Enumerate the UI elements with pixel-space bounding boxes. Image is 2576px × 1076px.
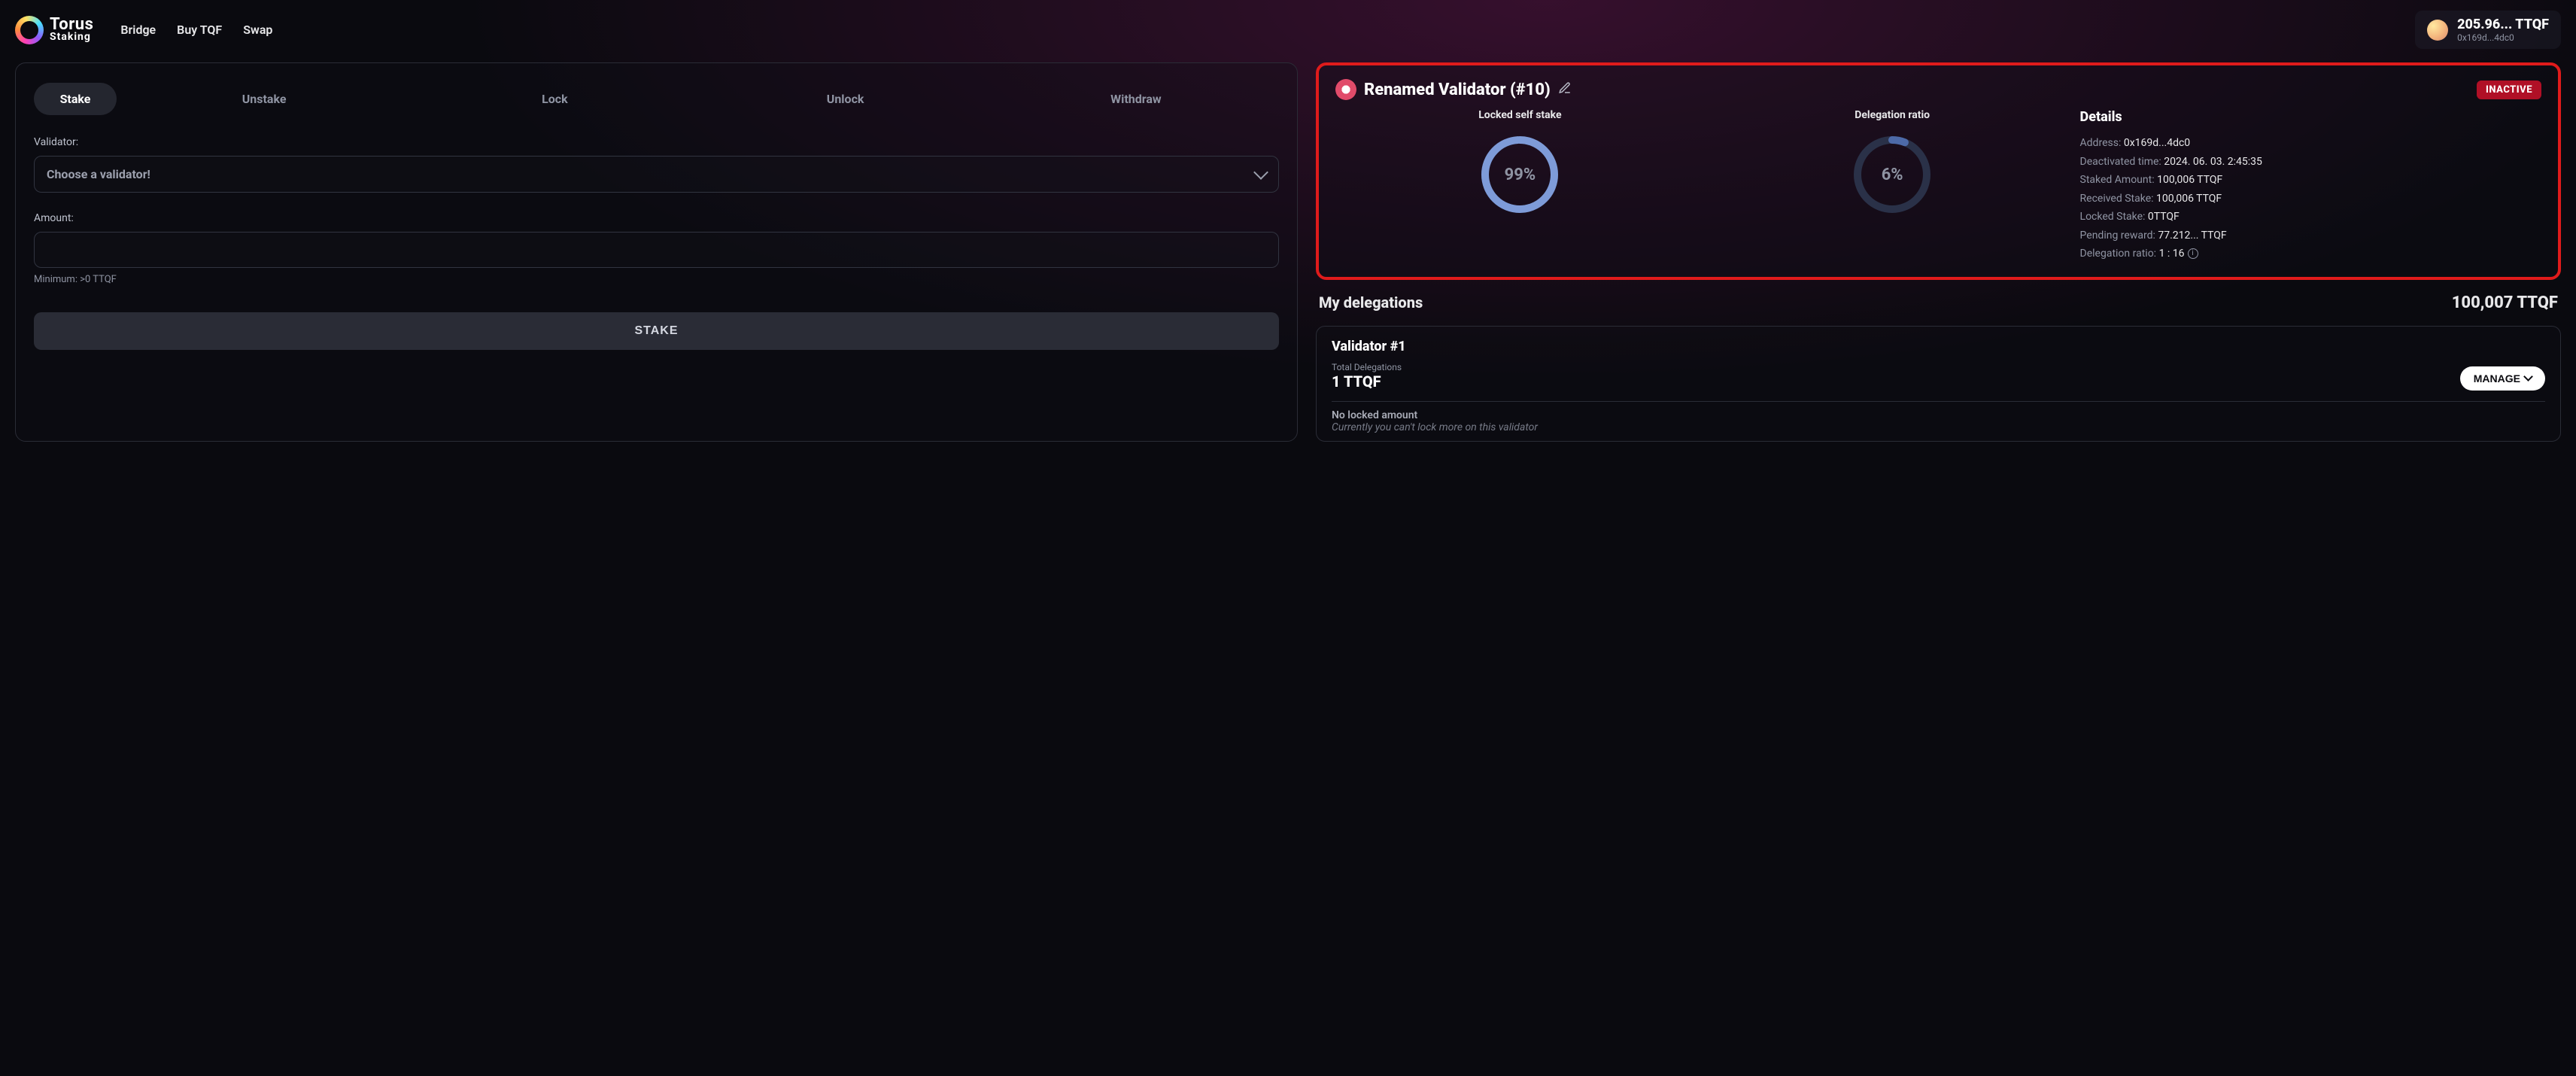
detail-ratio: 1 : 16 <box>2159 248 2185 260</box>
brand-line2: Staking <box>50 32 93 42</box>
delegation-total-label: Total Delegations <box>1332 362 1402 372</box>
gauge-ratio-value: 6% <box>1851 133 1934 216</box>
gauge-locked-self-stake: Locked self stake 99% <box>1335 109 1705 216</box>
tab-stake[interactable]: Stake <box>34 83 117 115</box>
detail-address: 0x169d...4dc0 <box>2124 137 2190 149</box>
delegation-validator-name: Validator #1 <box>1332 339 2545 354</box>
account-balance: 205.96... TTQF <box>2457 17 2549 32</box>
tab-unlock[interactable]: Unlock <box>703 83 989 115</box>
logo-icon <box>15 16 44 44</box>
edit-icon[interactable] <box>1558 81 1572 98</box>
no-lock-title: No locked amount <box>1332 409 2545 421</box>
detail-locked: 0TTQF <box>2148 211 2180 223</box>
validator-field-label: Validator: <box>34 136 1279 148</box>
validator-select[interactable]: Choose a validator! <box>34 156 1279 193</box>
delegations-header: My delegations 100,007 TTQF <box>1316 293 2561 312</box>
nav-bridge[interactable]: Bridge <box>120 23 156 37</box>
details-heading: Details <box>2080 109 2541 125</box>
delegation-card: Validator #1 Total Delegations 1 TTQF MA… <box>1316 326 2561 442</box>
top-nav: Bridge Buy TQF Swap <box>120 23 272 37</box>
delegations-title: My delegations <box>1319 293 1423 312</box>
validator-panel: Renamed Validator (#10) INACTIVE Locked … <box>1316 62 2561 280</box>
gauge-locked-value: 99% <box>1478 133 1561 216</box>
nav-swap[interactable]: Swap <box>243 23 272 37</box>
validator-details: Details Address: 0x169d...4dc0 Deactivat… <box>2080 109 2541 263</box>
delegations-total: 100,007 TTQF <box>2452 293 2558 312</box>
brand-logo[interactable]: Torus Staking <box>15 16 93 44</box>
status-badge: INACTIVE <box>2477 81 2541 99</box>
stake-submit-button[interactable]: STAKE <box>34 312 1279 350</box>
stake-panel: Stake Unstake Lock Unlock Withdraw Valid… <box>15 62 1298 442</box>
manage-button[interactable]: MANAGE <box>2460 366 2545 391</box>
no-lock-sub: Currently you can't lock more on this va… <box>1332 421 2545 433</box>
validator-select-placeholder: Choose a validator! <box>47 167 150 181</box>
nav-buy-tqf[interactable]: Buy TQF <box>177 23 222 37</box>
validator-avatar-icon <box>1335 79 1356 100</box>
validator-title: Renamed Validator (#10) <box>1364 81 1551 99</box>
detail-received: 100,006 TTQF <box>2156 193 2222 205</box>
amount-input[interactable] <box>34 232 1279 268</box>
tab-lock[interactable]: Lock <box>412 83 697 115</box>
chevron-down-icon <box>1253 165 1268 180</box>
avatar-icon <box>2427 20 2448 41</box>
delegation-total-value: 1 TTQF <box>1332 372 1402 391</box>
account-address: 0x169d...4dc0 <box>2457 32 2549 43</box>
account-pill[interactable]: 205.96... TTQF 0x169d...4dc0 <box>2415 11 2561 49</box>
app-header: Torus Staking Bridge Buy TQF Swap 205.96… <box>15 0 2561 62</box>
action-tabs: Stake Unstake Lock Unlock Withdraw <box>34 83 1279 115</box>
detail-staked: 100,006 TTQF <box>2157 174 2222 186</box>
amount-min-hint: Minimum: >0 TTQF <box>34 274 1279 285</box>
detail-pending: 77.212... TTQF <box>2158 229 2226 242</box>
chevron-down-icon <box>2523 372 2533 381</box>
gauge-locked-label: Locked self stake <box>1335 109 1705 121</box>
amount-field-label: Amount: <box>34 212 1279 224</box>
info-icon[interactable]: i <box>2188 248 2198 259</box>
detail-deactivated: 2024. 06. 03. 2:45:35 <box>2164 156 2262 168</box>
tab-withdraw[interactable]: Withdraw <box>993 83 1279 115</box>
tab-unstake[interactable]: Unstake <box>121 83 407 115</box>
gauge-delegation-ratio: Delegation ratio 6% <box>1708 109 2077 216</box>
gauge-ratio-label: Delegation ratio <box>1708 109 2077 121</box>
